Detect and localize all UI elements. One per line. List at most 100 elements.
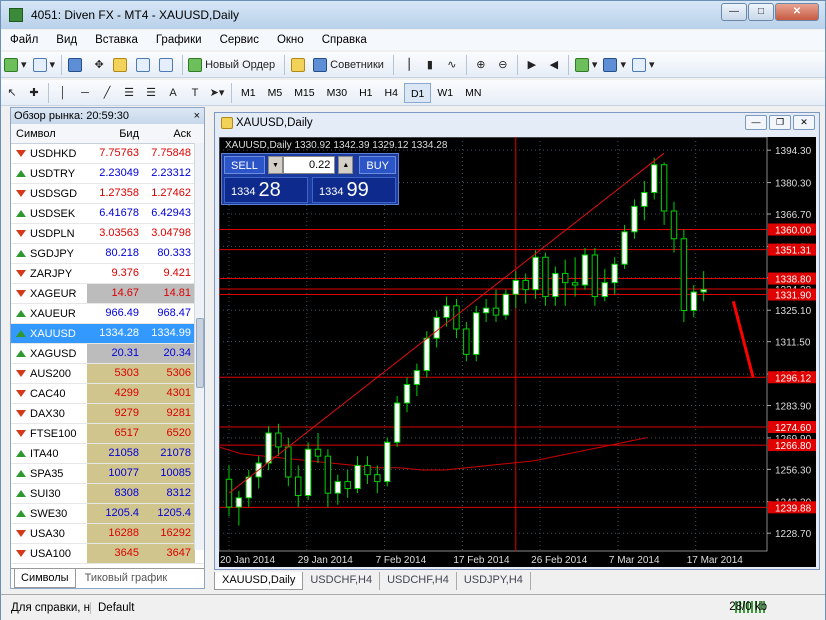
navigator-toggle[interactable]: [110, 54, 133, 76]
symbol-row[interactable]: SGDJPY 80.218 80.333: [11, 244, 204, 264]
text-tool[interactable]: A: [162, 82, 184, 104]
status-traffic: 28/0 kb: [729, 601, 767, 613]
lot-decrease-button[interactable]: ▼: [267, 156, 283, 174]
symbol-row[interactable]: CAC40 4299 4301: [11, 384, 204, 404]
channel-tool[interactable]: ☰: [118, 82, 140, 104]
symbol-row[interactable]: XAGEUR 14.67 14.81: [11, 284, 204, 304]
symbol-row[interactable]: SUI30 8308 8312: [11, 484, 204, 504]
tf-m15[interactable]: M15: [288, 83, 320, 103]
vertical-line-tool[interactable]: │: [52, 82, 74, 104]
new-order-button[interactable]: Новый Ордер: [186, 54, 281, 76]
symbol-row[interactable]: USDTRY 2.23049 2.23312: [11, 164, 204, 184]
metaeditor-button[interactable]: [288, 54, 311, 76]
tf-m30[interactable]: M30: [321, 83, 353, 103]
market-watch-toggle[interactable]: [65, 54, 88, 76]
horizontal-line-tool[interactable]: ─: [74, 82, 96, 104]
tf-m1[interactable]: M1: [235, 83, 262, 103]
symbol-row[interactable]: AUS200 5303 5306: [11, 364, 204, 384]
symbol-row[interactable]: XAGUSD 20.31 20.34: [11, 344, 204, 364]
symbol-row[interactable]: SPA35 10077 10085: [11, 464, 204, 484]
menu-insert[interactable]: Вставка: [86, 34, 147, 46]
tf-d1[interactable]: D1: [403, 82, 432, 103]
candle-body: [621, 231, 628, 265]
col-ask[interactable]: Аск: [143, 124, 195, 143]
cursor-tool[interactable]: ↖: [1, 82, 23, 104]
x-tick-label: 7 Feb 2014: [376, 555, 427, 566]
close-button[interactable]: ✕: [775, 3, 819, 21]
zoom-in-icon[interactable]: ⊕: [470, 54, 492, 76]
symbol-row[interactable]: XAUEUR 966.49 968.47: [11, 304, 204, 324]
close-icon[interactable]: ×: [194, 108, 200, 124]
arrow-up-icon: [16, 170, 26, 177]
lot-increase-button[interactable]: ▲: [338, 156, 354, 174]
chart-tab-usdchf-2[interactable]: USDCHF,H4: [380, 572, 457, 590]
symbol-row[interactable]: USDHKD 7.75763 7.75848: [11, 144, 204, 164]
data-window-toggle[interactable]: ✥: [88, 54, 110, 76]
tf-mn[interactable]: MN: [459, 83, 487, 103]
chart-minimize-button[interactable]: —: [745, 115, 767, 130]
menu-window[interactable]: Окно: [268, 34, 313, 46]
tf-h1[interactable]: H1: [353, 83, 378, 103]
symbol-row[interactable]: SWE30 1205.4 1205.4: [11, 504, 204, 524]
crosshair-tool[interactable]: ✚: [23, 82, 45, 104]
buy-button[interactable]: BUY: [359, 156, 396, 174]
symbol-row[interactable]: FTSE100 6517 6520: [11, 424, 204, 444]
candle-body: [522, 279, 529, 291]
market-watch-scrollbar[interactable]: [194, 143, 204, 550]
candle-chart-button[interactable]: ▮: [419, 54, 441, 76]
tab-tick-chart[interactable]: Тиковый график: [79, 569, 174, 588]
buy-price[interactable]: 1334 99: [312, 177, 396, 203]
symbol-row[interactable]: USA30 16288 16292: [11, 524, 204, 544]
symbol-row[interactable]: USDSEK 6.41678 6.42943: [11, 204, 204, 224]
label-tool[interactable]: T: [184, 82, 206, 104]
indicators-button[interactable]: ▾: [572, 54, 601, 76]
zoom-out-icon[interactable]: ⊖: [492, 54, 514, 76]
sell-button[interactable]: SELL: [224, 156, 265, 174]
status-profile: Default: [98, 601, 135, 614]
trendline-tool[interactable]: ╱: [96, 82, 118, 104]
lot-input[interactable]: 0.22: [282, 156, 336, 174]
tester-toggle[interactable]: [156, 54, 179, 76]
terminal-toggle[interactable]: [133, 54, 156, 76]
tf-h4[interactable]: H4: [379, 83, 404, 103]
symbol-name: USDHKD: [30, 147, 77, 160]
symbol-row[interactable]: XAUUSD 1334.28 1334.99: [11, 324, 204, 344]
col-bid[interactable]: Бид: [87, 124, 143, 143]
templates-button[interactable]: ▾: [629, 54, 658, 76]
chart-tab-usdjpy[interactable]: USDJPY,H4: [457, 572, 531, 590]
symbol-row[interactable]: DAX30 9279 9281: [11, 404, 204, 424]
bid-value: 20.31: [87, 344, 143, 363]
arrows-tool[interactable]: ➤▾: [206, 82, 228, 104]
symbol-row[interactable]: USDSGD 1.27358 1.27462: [11, 184, 204, 204]
chart-restore-button[interactable]: ❐: [769, 115, 791, 130]
status-bar: Для справки, н Default 28/0 kb: [1, 594, 825, 620]
symbol-row[interactable]: USA100 3645 3647: [11, 544, 204, 564]
menu-help[interactable]: Справка: [313, 34, 376, 46]
minimize-button[interactable]: —: [721, 3, 747, 21]
menu-tools[interactable]: Сервис: [211, 34, 268, 46]
auto-scroll-button[interactable]: ▶: [521, 54, 543, 76]
periods-button[interactable]: ▾: [600, 54, 629, 76]
chart-tab-xauusd[interactable]: XAUUSD,Daily: [214, 572, 304, 590]
menu-charts[interactable]: Графики: [147, 34, 211, 46]
bar-chart-button[interactable]: ⎥: [397, 54, 419, 76]
symbol-row[interactable]: ITA40 21058 21078: [11, 444, 204, 464]
chart-tab-usdchf[interactable]: USDCHF,H4: [303, 572, 381, 590]
chart-shift-button[interactable]: ◀: [543, 54, 565, 76]
advisors-button[interactable]: Советники: [311, 54, 390, 76]
fibo-tool[interactable]: ☰: [140, 82, 162, 104]
menu-view[interactable]: Вид: [47, 34, 86, 46]
tab-symbols[interactable]: Символы: [14, 569, 76, 588]
col-symbol[interactable]: Символ: [11, 124, 87, 143]
profiles-button[interactable]: ▾: [30, 54, 59, 76]
maximize-button[interactable]: □: [748, 3, 774, 21]
symbol-row[interactable]: USDPLN 3.03563 3.04798: [11, 224, 204, 244]
chart-close-button[interactable]: ✕: [793, 115, 815, 130]
line-chart-button[interactable]: ∿: [441, 54, 463, 76]
sell-price[interactable]: 1334 28: [224, 177, 308, 203]
tf-w1[interactable]: W1: [431, 83, 459, 103]
new-chart-button[interactable]: ▾: [1, 54, 30, 76]
menu-file[interactable]: Файл: [1, 34, 47, 46]
symbol-row[interactable]: ZARJPY 9.376 9.421: [11, 264, 204, 284]
tf-m5[interactable]: M5: [262, 83, 289, 103]
